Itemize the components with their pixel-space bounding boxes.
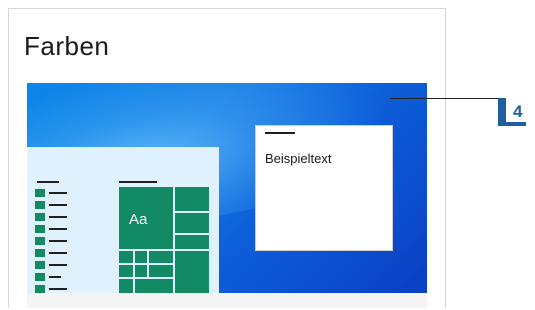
nav-square	[35, 273, 45, 281]
nav-square	[35, 261, 45, 269]
nav-bar	[49, 252, 67, 254]
nav-square	[35, 201, 45, 209]
colors-settings-panel: Farben Aa Beispieltext	[8, 8, 446, 308]
page-title: Farben	[24, 31, 110, 61]
tile-divider	[147, 249, 149, 279]
nav-bar	[49, 276, 61, 278]
color-preview: Aa Beispieltext	[27, 83, 427, 293]
tile-divider	[119, 263, 173, 265]
nav-header-bar	[37, 181, 59, 183]
nav-bar	[49, 192, 67, 194]
preview-bottom-strip	[27, 293, 427, 308]
nav-square	[35, 249, 45, 257]
start-tiles: Aa	[119, 187, 209, 293]
nav-bar	[49, 204, 67, 206]
tile-divider	[133, 249, 135, 293]
nav-bar	[49, 216, 67, 218]
tile-divider	[119, 277, 173, 279]
nav-bar	[49, 240, 67, 242]
nav-square	[35, 213, 45, 221]
stage: Farben Aa Beispieltext 4	[0, 0, 535, 310]
tile-divider	[173, 187, 175, 249]
nav-bar	[49, 228, 67, 230]
tile-divider	[173, 249, 175, 293]
dialog-sample-text: Beispieltext	[265, 151, 332, 166]
tile-label: Aa	[129, 211, 148, 228]
sample-dialog: Beispieltext	[255, 125, 393, 251]
callout-number: 4	[513, 102, 523, 121]
nav-square	[35, 237, 45, 245]
dialog-title-bar	[265, 132, 295, 134]
nav-bar	[49, 264, 67, 266]
nav-bar	[49, 288, 67, 290]
nav-square	[35, 189, 45, 197]
tile-divider	[173, 233, 209, 235]
nav-square	[35, 285, 45, 293]
tiles-header-bar	[119, 181, 157, 183]
nav-square	[35, 225, 45, 233]
tile-divider	[173, 211, 209, 213]
callout-line	[390, 98, 498, 99]
